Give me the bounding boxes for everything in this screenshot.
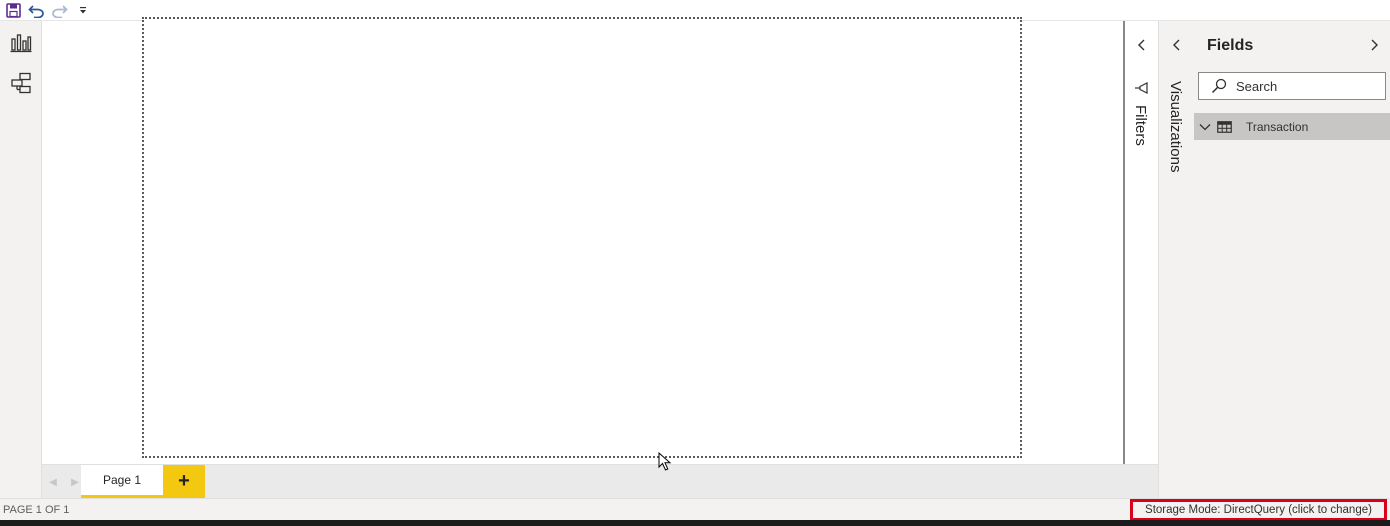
report-page-area[interactable] xyxy=(142,17,1022,458)
collapse-fields-button[interactable] xyxy=(1364,35,1384,55)
redo-button[interactable] xyxy=(48,0,71,20)
customize-dropdown-icon xyxy=(79,7,86,14)
model-view-icon xyxy=(11,72,31,94)
undo-button[interactable] xyxy=(25,0,48,20)
redo-icon xyxy=(52,4,68,18)
chevron-left-icon: ◀ xyxy=(49,476,57,488)
filter-icon xyxy=(1134,81,1148,99)
add-page-button[interactable]: + xyxy=(163,465,205,498)
chevron-right-icon xyxy=(1371,39,1378,51)
field-table-transaction[interactable]: Transaction xyxy=(1194,113,1390,140)
search-icon xyxy=(1211,78,1227,94)
visualizations-pane-label: Visualizations xyxy=(1167,81,1184,173)
power-bi-window: ◀ ▶ Page 1 + Filters Visualizations Fiel… xyxy=(0,0,1390,526)
page-tab-label: Page 1 xyxy=(102,473,142,487)
chevron-right-icon: ▶ xyxy=(71,476,79,488)
storage-mode-button[interactable]: Storage Mode: DirectQuery (click to chan… xyxy=(1130,499,1387,521)
search-placeholder: Search xyxy=(1236,78,1278,94)
customize-toolbar-button[interactable] xyxy=(71,0,94,20)
status-bar: PAGE 1 OF 1 Storage Mode: DirectQuery (c… xyxy=(0,498,1390,521)
storage-mode-label: Storage Mode: DirectQuery (click to chan… xyxy=(1145,504,1372,516)
chevron-left-icon xyxy=(1173,39,1180,51)
report-view-icon xyxy=(10,34,32,53)
table-icon xyxy=(1217,120,1232,133)
view-switcher-rail xyxy=(0,21,42,498)
mouse-cursor-icon xyxy=(658,452,672,471)
fields-pane: Fields Search Transaction xyxy=(1194,21,1390,498)
save-icon xyxy=(6,2,21,18)
model-view-button[interactable] xyxy=(7,69,35,97)
undo-icon xyxy=(28,4,44,18)
filters-pane-label: Filters xyxy=(1132,105,1149,146)
report-canvas[interactable] xyxy=(42,17,1123,464)
expand-filters-button[interactable] xyxy=(1132,35,1152,55)
field-table-label: Transaction xyxy=(1246,119,1309,134)
os-taskbar-edge xyxy=(0,520,1390,526)
report-view-button[interactable] xyxy=(7,29,35,57)
expand-visualizations-button[interactable] xyxy=(1167,35,1187,55)
chevron-left-icon xyxy=(1138,39,1145,51)
fields-pane-title: Fields xyxy=(1207,37,1254,54)
plus-icon: + xyxy=(178,470,190,492)
chevron-down-icon[interactable] xyxy=(1199,122,1211,132)
page-tab-page-1[interactable]: Page 1 xyxy=(81,465,163,498)
fields-search-input[interactable]: Search xyxy=(1198,72,1386,100)
previous-page-button[interactable]: ◀ xyxy=(44,472,62,492)
page-count-indicator: PAGE 1 OF 1 xyxy=(3,504,70,516)
page-tabs-bar: ◀ ▶ Page 1 + xyxy=(42,464,1158,498)
save-button[interactable] xyxy=(2,0,25,20)
visualizations-pane-collapsed[interactable]: Visualizations xyxy=(1158,21,1194,498)
filters-pane-collapsed[interactable]: Filters xyxy=(1123,21,1158,464)
